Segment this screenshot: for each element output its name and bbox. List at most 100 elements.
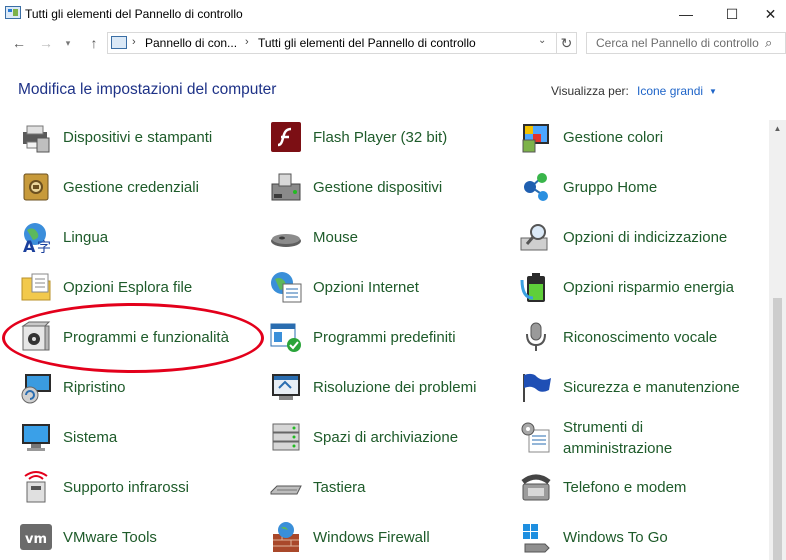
default-programs-icon: [270, 323, 301, 352]
item-opzioni-esplora-file[interactable]: Opzioni Esplora file: [19, 266, 269, 310]
homegroup-icon: [524, 173, 548, 201]
item-programmi-predefiniti[interactable]: Programmi predefiniti: [269, 316, 519, 360]
item-flash-player[interactable]: Flash Player (32 bit): [269, 116, 519, 160]
item-label: Risoluzione dei problemi: [313, 379, 477, 396]
back-arrow-icon[interactable]: ←: [9, 33, 29, 53]
item-label: Opzioni di indicizzazione: [563, 229, 728, 246]
maximize-button[interactable]: ☐: [709, 0, 755, 30]
indexing-icon: [520, 224, 548, 251]
power-battery-icon: [520, 273, 545, 302]
internet-globe-icon: [271, 272, 302, 303]
item-label: Mouse: [313, 229, 359, 246]
mouse-icon: [271, 234, 301, 247]
item-dispositivi-e-stampanti[interactable]: Dispositivi e stampanti: [19, 116, 269, 160]
scroll-up-arrow-icon[interactable]: ▲: [769, 120, 786, 137]
item-label: Windows Firewall: [313, 529, 430, 546]
recovery-icon: [21, 374, 51, 404]
refresh-icon[interactable]: ↻: [557, 32, 577, 54]
item-label: Ripristino: [63, 379, 126, 396]
item-gestione-dispositivi[interactable]: Gestione dispositivi: [269, 166, 519, 210]
item-label: Programmi e funzionalità: [63, 329, 229, 346]
breadcrumb-separator-icon[interactable]: ›: [132, 36, 136, 48]
view-mode-value: Icone grandi: [637, 84, 704, 98]
device-manager-icon: [271, 173, 301, 201]
vertical-scrollbar[interactable]: ▲: [769, 120, 786, 560]
navigation-bar: ← → ▾ ↑ › Pannello di con... › Tutti gli…: [0, 30, 786, 56]
recent-locations-icon[interactable]: ▾: [58, 33, 78, 53]
firewall-icon: [273, 522, 299, 552]
item-telefono-modem[interactable]: Telefono e modem: [519, 466, 769, 510]
item-strumenti-amministrazione[interactable]: Strumenti di amministrazione: [519, 416, 769, 460]
item-label-line: Strumenti di amministrazione: [563, 419, 673, 457]
admin-tools-icon: [521, 422, 550, 453]
item-opzioni-risparmio-energia[interactable]: Opzioni risparmio energia: [519, 266, 769, 310]
search-icon[interactable]: ⌕: [765, 35, 772, 51]
vmware-icon: vm: [20, 524, 52, 550]
breadcrumb-separator-icon[interactable]: ›: [245, 36, 249, 48]
control-panel-icon: [5, 6, 21, 19]
close-button[interactable]: ✕: [755, 0, 786, 30]
item-gruppo-home[interactable]: Gruppo Home: [519, 166, 769, 210]
item-label: Programmi predefiniti: [313, 329, 456, 346]
item-risoluzione-problemi[interactable]: Risoluzione dei problemi: [269, 366, 519, 410]
up-arrow-icon[interactable]: ↑: [84, 33, 104, 53]
color-management-icon: [522, 124, 549, 153]
item-windows-to-go[interactable]: Windows To Go: [519, 516, 769, 560]
item-tastiera[interactable]: Tastiera: [269, 466, 519, 510]
item-opzioni-indicizzazione[interactable]: Opzioni di indicizzazione: [519, 216, 769, 260]
item-label: Lingua: [63, 229, 109, 246]
search-input[interactable]: Cerca nel Pannello di controllo ⌕: [586, 32, 786, 54]
item-sicurezza-manutenzione[interactable]: Sicurezza e manutenzione: [519, 366, 769, 410]
minimize-button[interactable]: —: [663, 0, 709, 30]
view-by-label: Visualizza per:: [551, 84, 629, 98]
item-vmware-tools[interactable]: vm VMware Tools: [19, 516, 269, 560]
item-ripristino[interactable]: Ripristino: [19, 366, 269, 410]
item-label: Gruppo Home: [563, 179, 658, 196]
windows-to-go-icon: [523, 524, 550, 553]
item-label: Riconoscimento vocale: [563, 329, 718, 346]
item-programmi-e-funzionalita[interactable]: Programmi e funzionalità: [19, 316, 269, 360]
item-windows-firewall[interactable]: Windows Firewall: [269, 516, 519, 560]
breadcrumb-all-items[interactable]: Tutti gli elementi del Pannello di contr…: [258, 36, 476, 50]
printer-icon: [23, 125, 50, 153]
item-label: Telefono e modem: [563, 479, 687, 496]
item-label: Gestione credenziali: [63, 179, 199, 196]
svg-text:字: 字: [37, 240, 51, 254]
item-label: Sicurezza e manutenzione: [563, 379, 740, 396]
item-label: Opzioni Internet: [313, 279, 419, 296]
item-label: Flash Player (32 bit): [313, 129, 448, 146]
phone-modem-icon: [521, 474, 551, 501]
item-label: Gestione colori: [563, 129, 664, 146]
item-label: VMware Tools: [63, 529, 157, 546]
address-bar[interactable]: › Pannello di con... › Tutti gli element…: [107, 32, 557, 54]
forward-arrow-icon[interactable]: →: [36, 33, 56, 53]
item-gestione-colori[interactable]: Gestione colori: [519, 116, 769, 160]
item-supporto-infrarossi[interactable]: Supporto infrarossi: [19, 466, 269, 510]
item-riconoscimento-vocale[interactable]: Riconoscimento vocale: [519, 316, 769, 360]
breadcrumb-control-panel[interactable]: Pannello di con...: [145, 36, 237, 50]
svg-text:A: A: [23, 237, 36, 254]
scroll-thumb[interactable]: [773, 298, 782, 560]
item-label: Tastiera: [313, 479, 366, 496]
item-label: Gestione dispositivi: [313, 179, 443, 196]
item-lingua[interactable]: A字 Lingua: [19, 216, 269, 260]
item-gestione-credenziali[interactable]: Gestione credenziali: [19, 166, 269, 210]
search-placeholder: Cerca nel Pannello di controllo: [596, 36, 759, 50]
address-dropdown-icon[interactable]: ⌄: [538, 35, 546, 46]
troubleshoot-icon: [272, 374, 300, 400]
programs-features-icon: [21, 321, 51, 351]
item-opzioni-internet[interactable]: Opzioni Internet: [269, 266, 519, 310]
folder-options-icon: [21, 273, 51, 301]
item-mouse[interactable]: Mouse: [269, 216, 519, 260]
infrared-icon: [24, 471, 48, 503]
keyboard-icon: [270, 485, 302, 495]
view-mode-dropdown[interactable]: Icone grandi ▼: [637, 84, 717, 98]
item-label: Windows To Go: [563, 529, 668, 546]
item-sistema[interactable]: Sistema: [19, 416, 269, 460]
chevron-down-icon: ▼: [709, 87, 717, 96]
item-label: Opzioni Esplora file: [63, 279, 193, 296]
item-label: Sistema: [63, 429, 118, 446]
item-spazi-archiviazione[interactable]: Spazi di archiviazione: [269, 416, 519, 460]
svg-text:vm: vm: [25, 532, 47, 547]
item-label: Strumenti di amministrazione: [563, 417, 693, 459]
